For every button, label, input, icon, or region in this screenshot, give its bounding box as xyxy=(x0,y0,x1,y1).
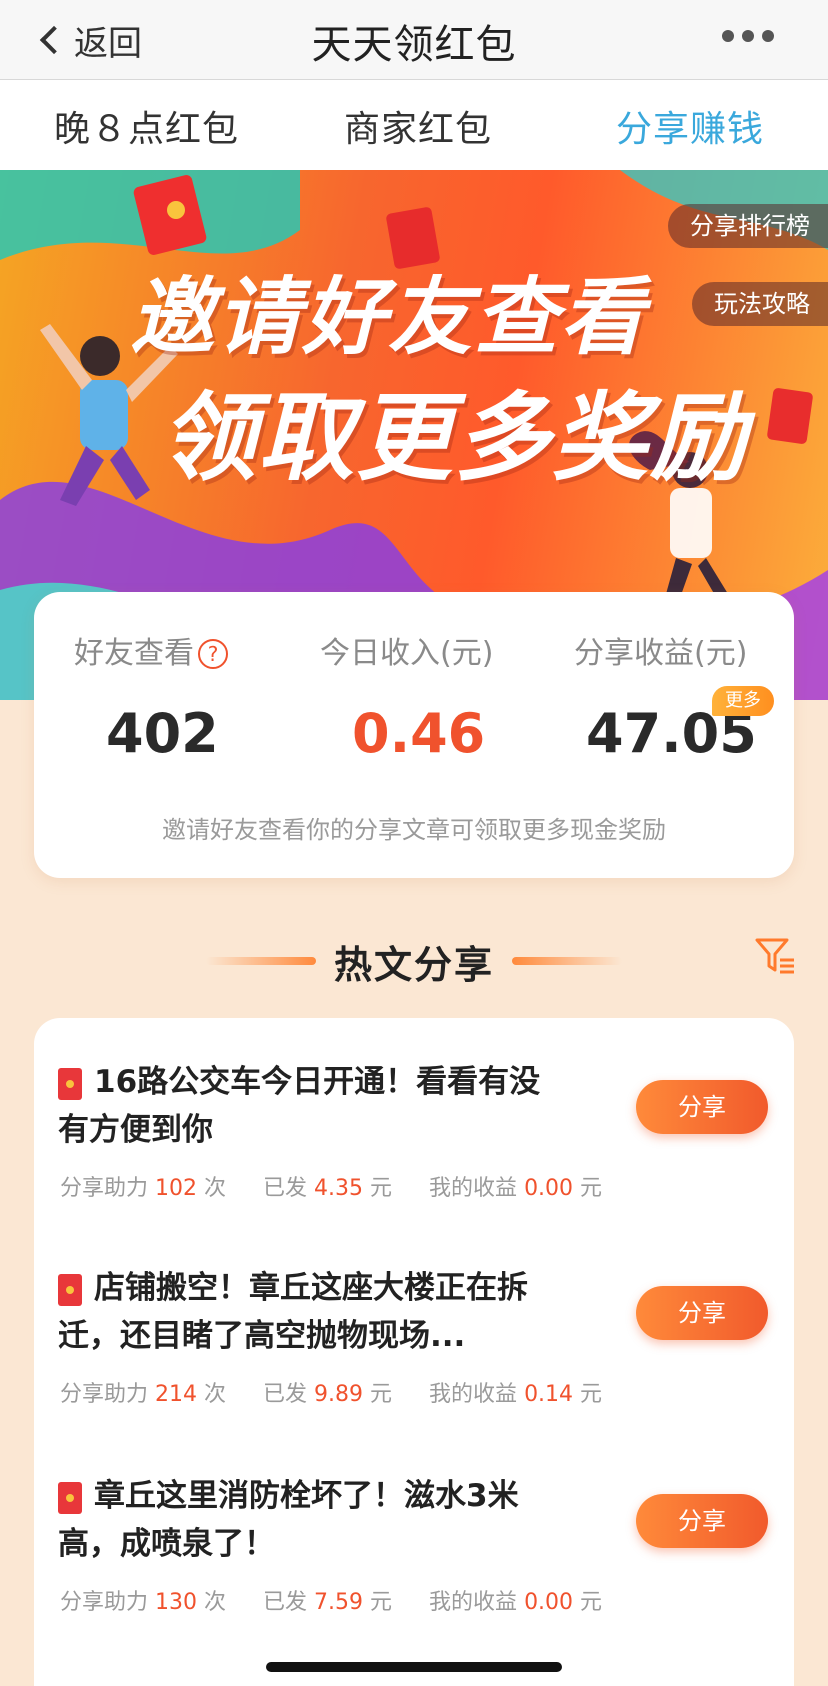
article-title[interactable]: 章丘这里消防栓坏了！滋水3米高，成喷泉了！ xyxy=(58,1472,558,1568)
banner-headline-1: 邀请好友查看 xyxy=(130,268,647,366)
earn-label: 我的收益 xyxy=(429,1382,518,1407)
friends-view-label: 好友查看? xyxy=(74,628,228,672)
friends-view-value: 402 xyxy=(106,702,219,765)
assist-label: 分享助力 xyxy=(60,1590,149,1615)
earn-amount: 0.14 xyxy=(524,1382,574,1407)
today-income-label: 今日收入(元) xyxy=(320,636,494,671)
article-list: 16路公交车今日开通！看看有没有方便到你 分享助力 102 次 已发 4.35 … xyxy=(34,1018,794,1686)
today-income-value: 0.46 xyxy=(352,702,486,765)
tab-bar: 晚８点红包 商家红包 分享赚钱 xyxy=(0,80,828,170)
assist-label: 分享助力 xyxy=(60,1176,149,1201)
article-title[interactable]: 16路公交车今日开通！看看有没有方便到你 xyxy=(58,1058,558,1154)
sent-label: 已发 xyxy=(263,1176,308,1201)
share-button[interactable]: 分享 xyxy=(636,1286,768,1340)
top-nav-bar: 返回 天天领红包 xyxy=(0,0,828,80)
article-meta: 分享助力 102 次 已发 4.35 元 我的收益 0.00 元 xyxy=(60,1170,602,1202)
tab-share-earn[interactable]: 分享赚钱 xyxy=(616,100,764,152)
earn-unit: 元 xyxy=(580,1382,603,1407)
earn-label: 我的收益 xyxy=(429,1590,518,1615)
more-badge[interactable]: 更多 xyxy=(712,686,774,716)
assist-count: 102 xyxy=(155,1176,198,1201)
question-icon[interactable]: ? xyxy=(198,639,228,669)
share-button[interactable]: 分享 xyxy=(636,1494,768,1548)
assist-unit: 次 xyxy=(204,1590,227,1615)
friends-view-label-text: 好友查看 xyxy=(74,636,194,671)
assist-count: 130 xyxy=(155,1590,198,1615)
banner-headline-2: 领取更多奖励 xyxy=(160,382,748,494)
stats-hint-text: 邀请好友查看你的分享文章可领取更多现金奖励 xyxy=(162,816,666,844)
sent-amount: 9.89 xyxy=(314,1382,364,1407)
assist-count: 214 xyxy=(155,1382,198,1407)
article-item[interactable]: 16路公交车今日开通！看看有没有方便到你 分享助力 102 次 已发 4.35 … xyxy=(34,1018,794,1218)
sent-label: 已发 xyxy=(263,1382,308,1407)
sent-unit: 元 xyxy=(370,1176,393,1201)
sent-amount: 4.35 xyxy=(314,1176,364,1201)
assist-label: 分享助力 xyxy=(60,1382,149,1407)
sent-label: 已发 xyxy=(263,1590,308,1615)
hot-articles-title: 热文分享 xyxy=(333,943,494,987)
article-item[interactable]: 章丘这里消防栓坏了！滋水3米高，成喷泉了！ 分享助力 130 次 已发 7.59… xyxy=(34,1432,794,1632)
earn-unit: 元 xyxy=(580,1176,603,1201)
share-earnings-label: 分享收益(元) xyxy=(574,636,748,671)
earn-amount: 0.00 xyxy=(524,1590,574,1615)
sent-amount: 7.59 xyxy=(314,1590,364,1615)
article-item[interactable]: 店铺搬空！章丘这座大楼正在拆迁，还目睹了高空抛物现场... 分享助力 214 次… xyxy=(34,1224,794,1424)
earn-unit: 元 xyxy=(580,1590,603,1615)
play-guide-button[interactable]: 玩法攻略 xyxy=(692,282,828,326)
assist-unit: 次 xyxy=(204,1382,227,1407)
hot-articles-header: 热文分享 xyxy=(0,930,828,990)
sent-unit: 元 xyxy=(370,1590,393,1615)
tab-merchant-redpacket[interactable]: 商家红包 xyxy=(344,100,492,152)
share-ranking-button[interactable]: 分享排行榜 xyxy=(668,204,828,248)
earn-amount: 0.00 xyxy=(524,1176,574,1201)
page-title: 天天领红包 xyxy=(311,22,517,68)
share-button[interactable]: 分享 xyxy=(636,1080,768,1134)
assist-unit: 次 xyxy=(204,1176,227,1201)
tab-evening-redpacket[interactable]: 晚８点红包 xyxy=(54,100,239,152)
article-meta: 分享助力 214 次 已发 9.89 元 我的收益 0.14 元 xyxy=(60,1376,602,1408)
stats-card: 好友查看? 今日收入(元) 分享收益(元) 402 0.46 47.05 更多 … xyxy=(34,592,794,878)
earn-label: 我的收益 xyxy=(429,1176,518,1201)
article-meta: 分享助力 130 次 已发 7.59 元 我的收益 0.00 元 xyxy=(60,1584,602,1616)
home-indicator[interactable] xyxy=(266,1662,562,1672)
sent-unit: 元 xyxy=(370,1382,393,1407)
more-menu-icon[interactable] xyxy=(722,30,774,42)
header-divider-right xyxy=(512,957,622,965)
filter-icon[interactable] xyxy=(754,936,798,980)
article-title[interactable]: 店铺搬空！章丘这座大楼正在拆迁，还目睹了高空抛物现场... xyxy=(58,1264,558,1360)
